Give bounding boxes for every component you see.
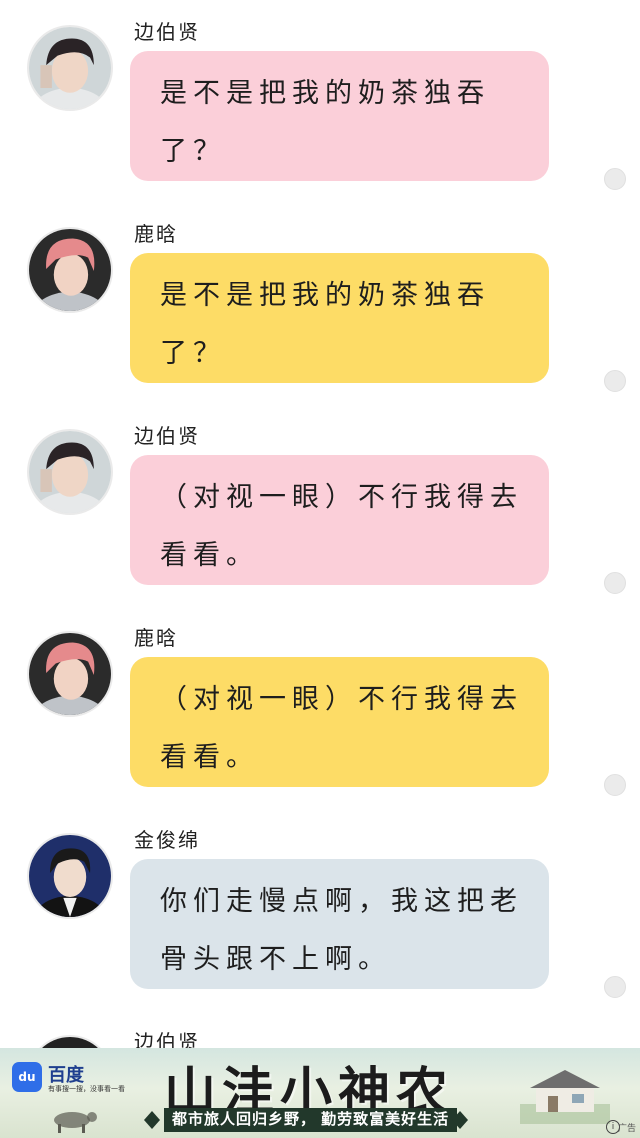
ad-banner[interactable]: du 百度 有事搜一搜，没事看一看 山洼小神农 都市旅人回归乡野， 勤劳致富美好… (0, 1048, 640, 1138)
boy-pink-hair-avatar-icon (29, 229, 111, 311)
boy-pink-hair-avatar-icon (29, 633, 111, 715)
message-bubble[interactable]: 你们走慢点啊，我这把老骨头跟不上啊。 (130, 859, 549, 989)
message-status-dot[interactable] (604, 976, 626, 998)
boy-suit-avatar-icon (29, 835, 111, 917)
message-status-dot[interactable] (604, 774, 626, 796)
sender-name: 边伯贤 (134, 424, 200, 448)
sender-name: 金俊绵 (134, 828, 200, 852)
message-bubble[interactable]: 是不是把我的奶茶独吞了？ (130, 253, 549, 383)
ad-tagline: 都市旅人回归乡野， 勤劳致富美好生活 (164, 1108, 458, 1132)
sender-name: 鹿晗 (134, 626, 178, 650)
message-bubble[interactable]: （对视一眼）不行我得去看看。 (130, 657, 549, 787)
boy-dark-hair-avatar-icon (29, 431, 111, 513)
farmhouse-illustration-icon (520, 1070, 610, 1124)
avatar[interactable] (27, 833, 113, 919)
avatar[interactable] (27, 25, 113, 111)
ad-decoration-icon (144, 1111, 160, 1129)
sender-name: 鹿晗 (134, 222, 178, 246)
message-status-dot[interactable] (604, 572, 626, 594)
baidu-logo-icon: du (12, 1062, 42, 1092)
message-bubble[interactable]: 是不是把我的奶茶独吞了？ (130, 51, 549, 181)
avatar[interactable] (27, 429, 113, 515)
ad-label: 广告 (617, 1123, 636, 1133)
message-status-dot[interactable] (604, 168, 626, 190)
message-bubble[interactable]: （对视一眼）不行我得去看看。 (130, 455, 549, 585)
avatar[interactable] (27, 227, 113, 313)
sender-name: 边伯贤 (134, 20, 200, 44)
avatar[interactable] (27, 631, 113, 717)
buffalo-illustration-icon (54, 1112, 97, 1133)
ad-slogan: 有事搜一搜，没事看一看 (48, 1086, 125, 1093)
boy-dark-hair-avatar-icon (29, 27, 111, 109)
message-status-dot[interactable] (604, 370, 626, 392)
